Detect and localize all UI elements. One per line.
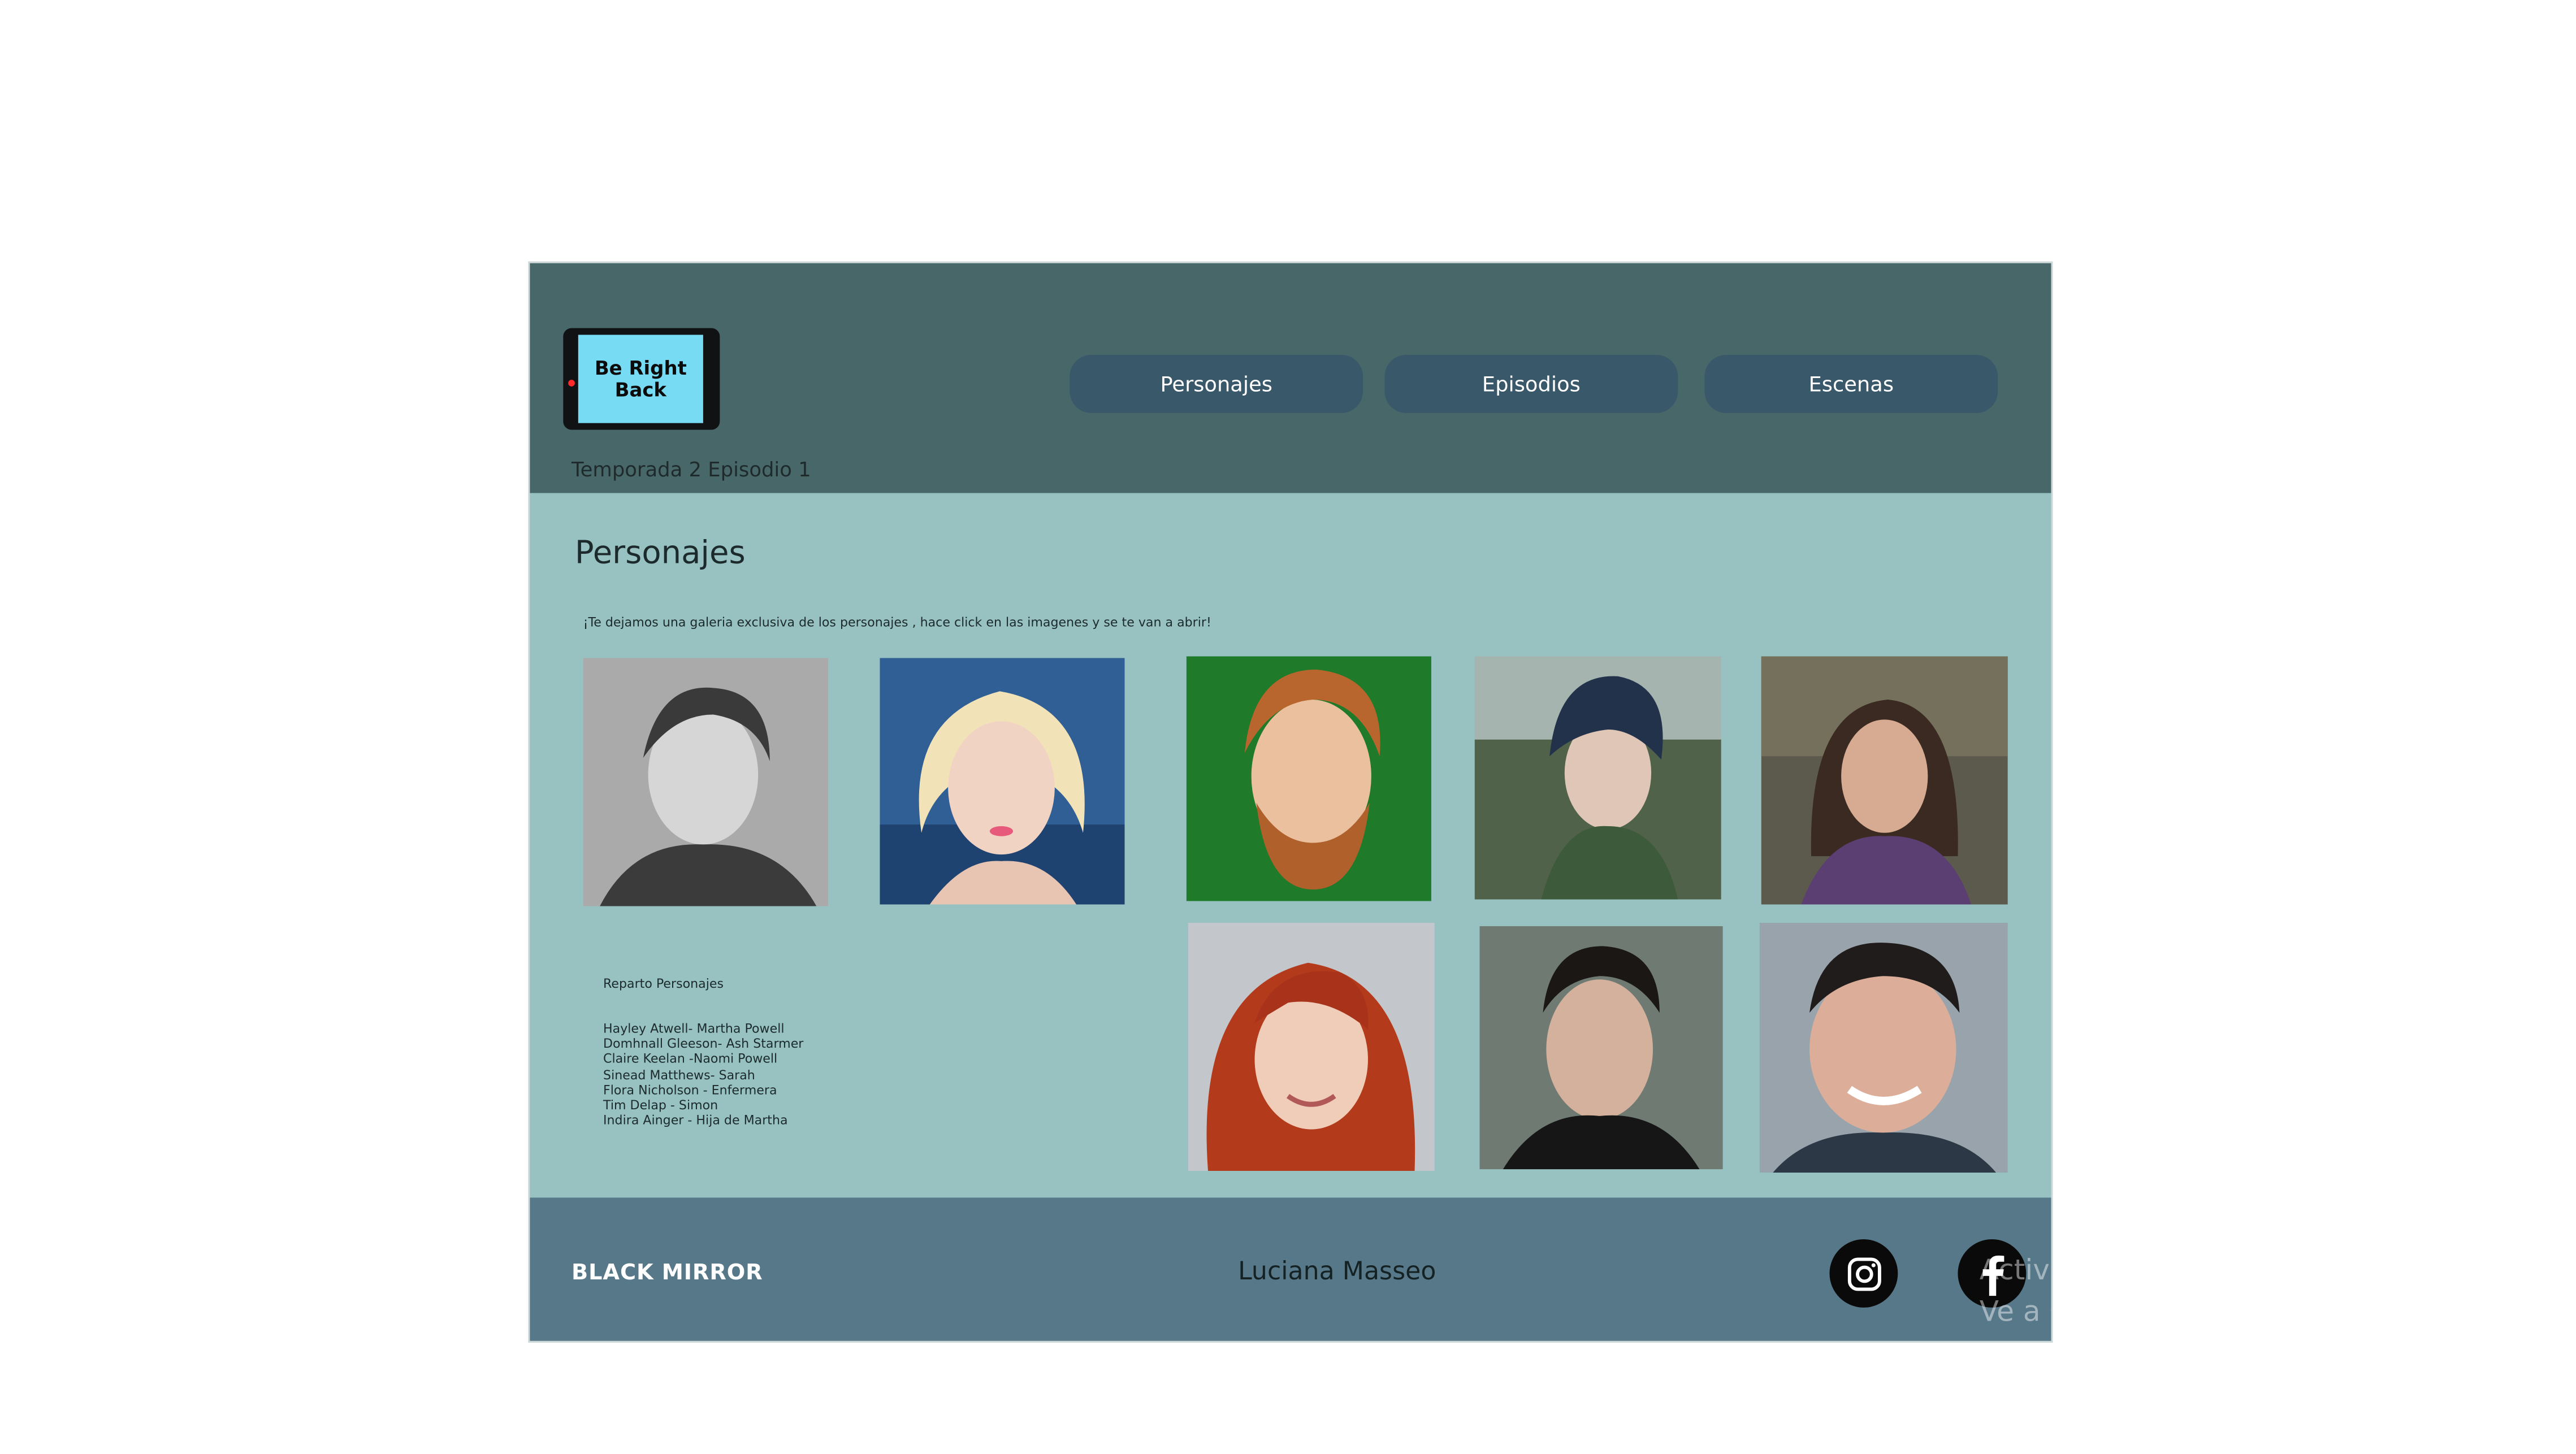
- header: Be Right Back Temporada 2 Episodio 1 Per…: [530, 263, 2051, 493]
- activation-watermark: Activ Ve a C: [1979, 1254, 2051, 1330]
- cast-item: Hayley Atwell- Martha Powell: [603, 1021, 785, 1036]
- gallery-photo-7[interactable]: [1479, 926, 1723, 1170]
- cast-item: Indira Ainger - Hija de Martha: [603, 1113, 788, 1129]
- page-title: Personajes: [574, 535, 746, 572]
- brand-logo: BLACK MIRROR: [572, 1261, 763, 1286]
- logo-text: Be Right Back: [578, 335, 703, 423]
- gallery-photo-3[interactable]: [1186, 656, 1431, 901]
- cast-item: Flora Nicholson - Enfermera: [603, 1082, 777, 1097]
- episode-subtitle: Temporada 2 Episodio 1: [572, 458, 811, 481]
- instagram-icon: [1847, 1256, 1881, 1290]
- gallery-photo-1[interactable]: [583, 658, 828, 906]
- cast-item: Tim Delap - Simon: [603, 1097, 718, 1113]
- cast-item: Sinead Matthews- Sarah: [603, 1067, 755, 1082]
- logo[interactable]: Be Right Back: [563, 328, 720, 430]
- gallery-intro-text: ¡Te dejamos una galeria exclusiva de los…: [583, 614, 1211, 630]
- site-frame: Be Right Back Temporada 2 Episodio 1 Per…: [528, 261, 2053, 1343]
- gallery-photo-8[interactable]: [1759, 922, 2008, 1173]
- footer: BLACK MIRROR Luciana Masseo Activ Ve a C: [530, 1197, 2051, 1341]
- cast-list: Hayley Atwell- Martha Powell Domhnall Gl…: [603, 1021, 803, 1129]
- nav-personajes-button[interactable]: Personajes: [1070, 354, 1363, 414]
- cast-heading: Reparto Personajes: [603, 976, 724, 991]
- logo-camera-dot: [568, 380, 575, 387]
- instagram-button[interactable]: [1829, 1239, 1898, 1308]
- gallery-photo-5[interactable]: [1761, 656, 2008, 905]
- gallery-photo-2[interactable]: [880, 658, 1125, 905]
- nav-episodios-button[interactable]: Episodios: [1384, 354, 1678, 414]
- gallery-photo-4[interactable]: [1474, 656, 1721, 900]
- gallery-photo-6[interactable]: [1188, 922, 1435, 1171]
- cast-item: Claire Keelan -Naomi Powell: [603, 1052, 778, 1067]
- nav-escenas-button[interactable]: Escenas: [1704, 354, 1998, 414]
- cast-item: Domhnall Gleeson- Ash Starmer: [603, 1036, 804, 1052]
- author-name: Luciana Masseo: [1238, 1256, 1436, 1286]
